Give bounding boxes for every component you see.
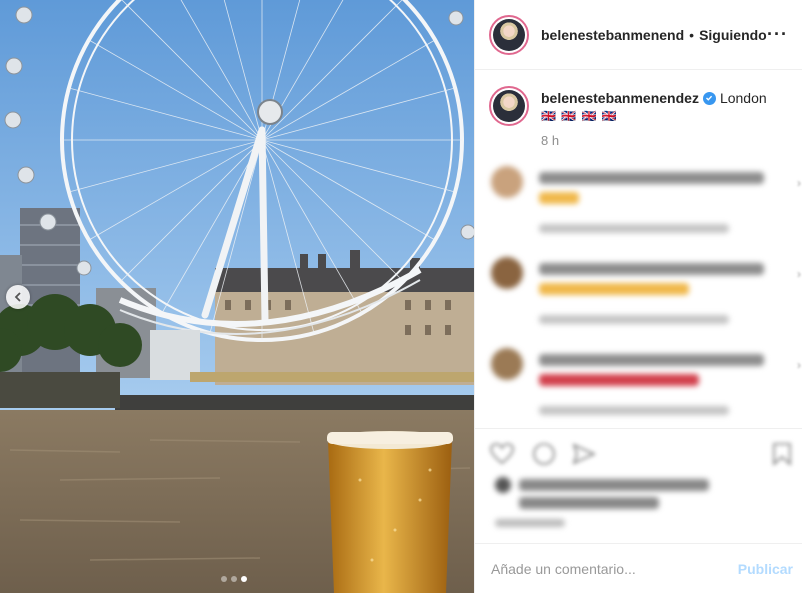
carousel-dot-active: [241, 576, 247, 582]
list-item: ›: [489, 342, 801, 433]
post-actions: [475, 428, 802, 527]
comment-avatar: [491, 166, 523, 198]
post-photo[interactable]: [0, 0, 474, 593]
following-button[interactable]: Siguiendo: [699, 27, 767, 43]
caption-text: 🇬🇧 🇬🇧 🇬🇧 🇬🇧: [541, 109, 618, 123]
caption-avatar[interactable]: [489, 86, 529, 126]
chevron-left-icon: [14, 292, 21, 302]
carousel-dots: [221, 576, 247, 582]
comment-input[interactable]: Añade un comentario...: [491, 561, 636, 577]
share-icon[interactable]: [571, 441, 597, 467]
verified-badge-icon: [702, 91, 716, 105]
header-separator: •: [689, 26, 695, 43]
post-comment-button[interactable]: Publicar: [738, 561, 793, 577]
bookmark-icon[interactable]: [769, 441, 795, 467]
add-comment-bar: Añade un comentario... Publicar: [475, 543, 802, 593]
chevron-right-icon[interactable]: ›: [797, 358, 801, 372]
location-link[interactable]: London: [720, 90, 767, 106]
carousel-dot: [231, 576, 237, 582]
comment-avatar: [491, 257, 523, 289]
avatar[interactable]: [489, 14, 529, 55]
carousel-dot: [221, 576, 227, 582]
like-heart-icon[interactable]: [489, 441, 515, 467]
london-eye-photo: [0, 0, 474, 593]
post-header: belenesteban­menend • Siguiendo ···: [475, 0, 802, 70]
list-item: ›: [489, 251, 801, 342]
instagram-post-view: belenesteban­menend • Siguiendo ··· bele…: [0, 0, 802, 593]
caption-username[interactable]: belenestebanmenendez: [541, 90, 699, 106]
post-timestamp: 8 h: [541, 133, 560, 145]
more-options-icon[interactable]: ···: [767, 24, 788, 45]
chevron-right-icon[interactable]: ›: [797, 267, 801, 281]
comment-icon[interactable]: [531, 441, 557, 467]
chevron-right-icon[interactable]: ›: [797, 176, 801, 190]
post-caption: belenestebanmenendez London 🇬🇧 🇬🇧 🇬🇧 🇬🇧: [475, 70, 802, 126]
header-username[interactable]: belenesteban­menend: [541, 27, 684, 43]
post-side-panel: belenesteban­menend • Siguiendo ··· bele…: [474, 0, 802, 593]
list-item: ›: [489, 160, 801, 251]
comments-list: › › ›: [489, 160, 801, 433]
previous-slide-button[interactable]: [6, 285, 30, 309]
comment-avatar: [491, 348, 523, 380]
